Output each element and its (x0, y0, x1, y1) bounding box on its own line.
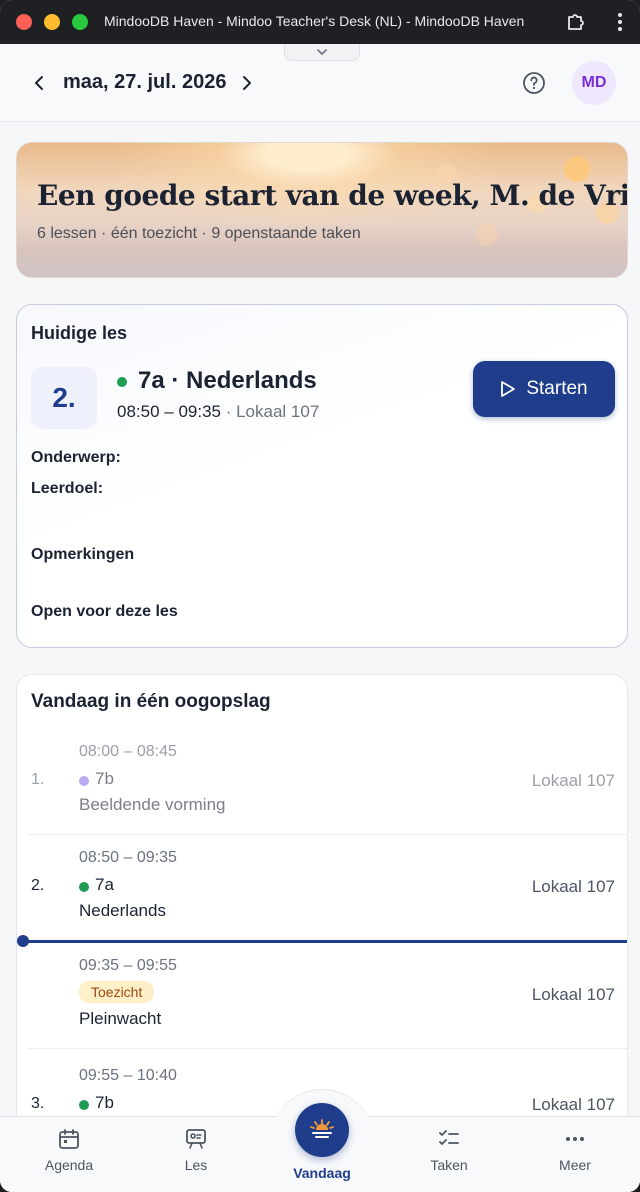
current-class-subject: 7a · Nederlands (138, 367, 317, 394)
lesson-row[interactable]: 1. 08:00 – 08:45 7b Beeldende vorming Lo… (17, 731, 627, 835)
lesson-period: 1. (31, 771, 45, 788)
minimize-window-button[interactable] (44, 14, 60, 30)
lesson-time-range: 08:50 – 09:35 (117, 402, 221, 421)
lesson-subject: Pleinwacht (79, 1009, 162, 1028)
help-icon[interactable] (522, 71, 546, 95)
nav-meer[interactable]: Meer (520, 1127, 630, 1173)
current-lesson-time: 08:50 – 09:35 · Lokaal 107 (117, 402, 319, 422)
maximize-window-button[interactable] (72, 14, 88, 30)
topic-label: Onderwerp: (31, 449, 121, 466)
nav-vandaag-label: Vandaag (293, 1165, 351, 1181)
start-lesson-label: Starten (526, 378, 588, 399)
nav-agenda-label: Agenda (44, 1157, 94, 1173)
extension-icon[interactable] (564, 11, 586, 33)
lesson-period: 3. (31, 1095, 45, 1112)
nav-les[interactable]: Les (141, 1127, 251, 1173)
class-color-dot (79, 882, 89, 892)
lesson-row[interactable]: 09:35 – 09:55 Toezicht Pleinwacht Lokaal… (17, 945, 627, 1049)
previous-day-button[interactable] (28, 72, 50, 94)
nav-meer-label: Meer (559, 1157, 591, 1173)
remarks-label: Opmerkingen (31, 546, 135, 563)
lesson-row[interactable]: 2. 08:50 – 09:35 7a Nederlands Lokaal 10… (17, 837, 627, 941)
today-overview-title: Vandaag in één oogopslag (31, 691, 271, 712)
row-divider (29, 834, 627, 835)
current-lesson-heading: Huidige les (31, 323, 128, 343)
lesson-time: 08:00 – 08:45 (79, 743, 177, 760)
lesson-class: 7b (95, 1093, 114, 1112)
lesson-class: 7b (95, 769, 114, 788)
window-title: MindooDB Haven - Mindoo Teacher's Desk (… (104, 13, 525, 29)
lesson-subject: Beeldende vorming (79, 795, 226, 814)
app-content: maa, 27. jul. 2026 MD Een goede start va… (0, 44, 640, 1192)
welcome-summary: 6 lessen · één toezicht · 9 openstaande … (37, 225, 361, 242)
current-lesson-card[interactable]: Huidige les 2. 7a · Nederlands 08:50 – 0… (16, 304, 628, 648)
play-icon (501, 381, 516, 397)
avatar[interactable]: MD (572, 61, 616, 105)
lesson-room: · Lokaal 107 (225, 402, 320, 421)
lesson-subject: Nederlands (79, 901, 166, 920)
class-color-dot (79, 776, 89, 786)
title-bar: MindooDB Haven - Mindoo Teacher's Desk (… (0, 0, 640, 44)
bottom-navigation: Agenda Les Vandaag Taken Meer (0, 1089, 640, 1192)
learning-goal-label: Leerdoel: (31, 480, 104, 497)
checklist-icon (439, 1130, 459, 1145)
more-icon (566, 1137, 584, 1141)
chevron-down-icon (317, 49, 327, 56)
app-window: MindooDB Haven - Mindoo Teacher's Desk (… (0, 0, 640, 1192)
welcome-banner: Een goede start van de week, M. de Vries… (16, 142, 628, 278)
presentation-icon (186, 1129, 206, 1149)
lesson-class: 7a (95, 875, 114, 894)
welcome-title: Een goede start van de week, M. de Vries (37, 179, 628, 212)
current-date[interactable]: maa, 27. jul. 2026 (63, 71, 226, 94)
collapse-header-handle[interactable] (284, 44, 360, 61)
nav-taken[interactable]: Taken (394, 1127, 504, 1173)
lesson-time: 08:50 – 09:35 (79, 849, 177, 866)
sunrise-icon (310, 1119, 334, 1138)
current-time-line (21, 940, 627, 943)
class-color-dot (79, 1100, 89, 1110)
open-tasks-label: Open voor deze les (31, 603, 178, 620)
lesson-room: Lokaal 107 (531, 771, 615, 790)
more-menu-icon[interactable] (610, 11, 630, 33)
start-lesson-button[interactable]: Starten (473, 361, 615, 417)
calendar-icon (59, 1129, 79, 1149)
next-day-button[interactable] (236, 72, 258, 94)
nav-agenda[interactable]: Agenda (14, 1127, 124, 1173)
lesson-room: Lokaal 107 (531, 1095, 615, 1114)
close-window-button[interactable] (16, 14, 32, 30)
row-divider (29, 1048, 627, 1049)
lesson-period: 2. (31, 877, 45, 894)
lesson-room: Lokaal 107 (531, 985, 615, 1004)
class-color-dot (117, 377, 127, 387)
lesson-time: 09:35 – 09:55 (79, 957, 177, 974)
nav-taken-label: Taken (430, 1157, 468, 1173)
period-number-badge: 2. (31, 367, 97, 429)
nav-vandaag[interactable] (295, 1103, 349, 1157)
nav-les-label: Les (184, 1157, 208, 1173)
supervision-badge: Toezicht (79, 981, 155, 1003)
lesson-room: Lokaal 107 (531, 877, 615, 896)
lesson-time: 09:55 – 10:40 (79, 1067, 177, 1084)
